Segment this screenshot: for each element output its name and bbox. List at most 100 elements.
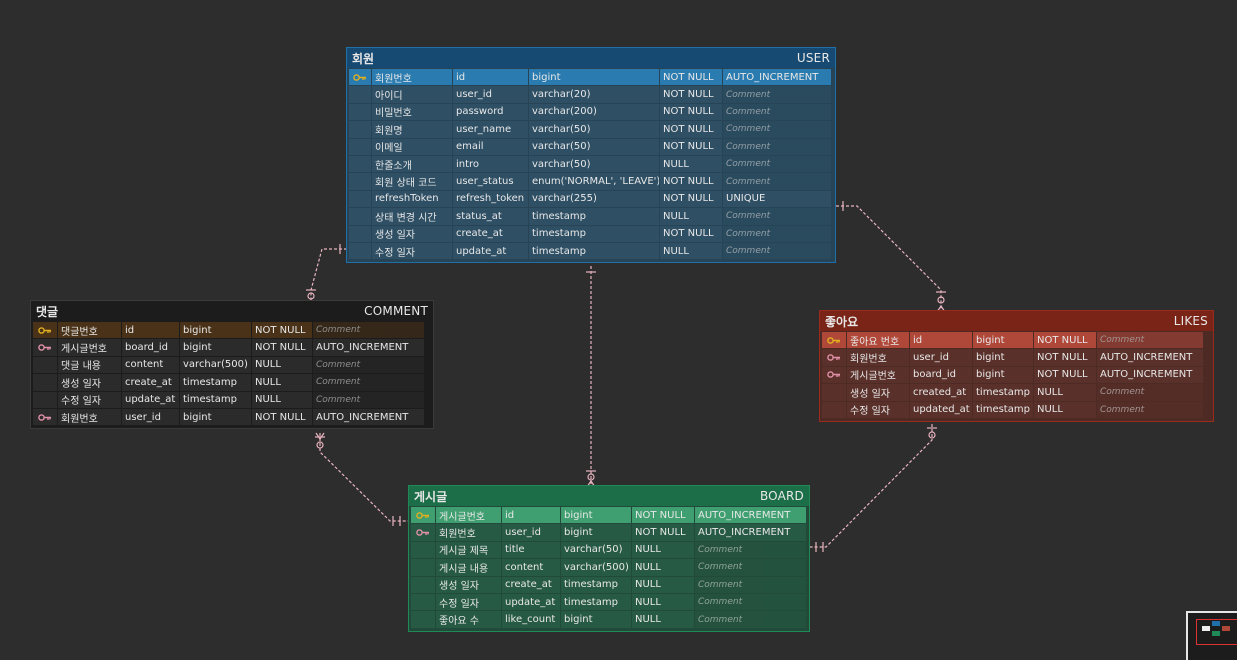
column-physical-name: title <box>502 541 560 559</box>
key-cell <box>349 173 371 190</box>
table-header[interactable]: 댓글 COMMENT <box>31 301 433 321</box>
column-row[interactable]: 상태 변경 시간 status_at timestamp NULL Comment <box>349 208 833 225</box>
table-likes[interactable]: 좋아요 LIKES 좋아요 번호 id bigint NOT NULL Comment 회원번… <box>819 310 1214 422</box>
column-physical-name: update_at <box>453 242 528 260</box>
column-row[interactable]: 수정 일자 update_at timestamp NULL Comment <box>33 391 431 409</box>
table-user[interactable]: 회원 USER 회원번호 id bigint NOT NULL AUTO_INCREMENT… <box>346 47 836 264</box>
table-header[interactable]: 회원 USER <box>347 48 835 68</box>
column-row[interactable]: 게시글 제목 title varchar(50) NULL Comment <box>411 541 807 559</box>
column-nullability: NULL <box>660 242 722 260</box>
column-row[interactable]: 회원번호 user_id bigint NOT NULL AUTO_INCREMENT <box>411 524 807 541</box>
minimap[interactable] <box>1186 611 1237 660</box>
table-columns: 회원번호 id bigint NOT NULL AUTO_INCREMENT 아이디 use… <box>347 68 835 262</box>
column-physical-name: update_at <box>122 391 179 408</box>
minimap-board-table <box>1212 631 1220 636</box>
column-physical-name: id <box>502 507 560 524</box>
connector-comment-board <box>319 433 408 522</box>
column-row[interactable]: 회원번호 user_id bigint NOT NULL AUTO_INCREMENT <box>822 349 1211 366</box>
column-row[interactable]: refreshToken refresh_token varchar(255) NOT… <box>349 190 833 208</box>
key-cell <box>822 384 846 401</box>
column-logical-name: 생성 일자 <box>58 374 121 391</box>
column-data-type: bigint <box>973 366 1033 384</box>
column-comment: Comment <box>313 391 424 408</box>
minimap-likes-table <box>1222 626 1230 631</box>
column-option: UNIQUE <box>723 190 831 208</box>
column-row[interactable]: 수정 일자 updated_at timestamp NULL Comment <box>822 401 1211 419</box>
column-physical-name: user_id <box>122 408 179 426</box>
table-logical-name: 좋아요 <box>825 314 859 329</box>
column-row[interactable]: 비밀번호 password varchar(200) NOT NULL Comment <box>349 103 833 121</box>
table-header[interactable]: 좋아요 LIKES <box>820 311 1213 331</box>
column-row[interactable]: 한줄소개 intro varchar(50) NULL Comment <box>349 155 833 173</box>
key-cell <box>349 103 371 121</box>
column-nullability: NOT NULL <box>1034 332 1096 349</box>
column-row[interactable]: 회원번호 user_id bigint NOT NULL AUTO_INCREMENT <box>33 408 431 426</box>
column-data-type: timestamp <box>529 208 659 225</box>
column-physical-name: id <box>910 332 972 349</box>
column-row[interactable]: 게시글번호 board_id bigint NOT NULL AUTO_INCREMEN… <box>822 366 1211 384</box>
column-physical-name: create_at <box>122 374 179 391</box>
column-nullability: NULL <box>660 208 722 225</box>
column-logical-name: 댓글 내용 <box>58 356 121 374</box>
column-row[interactable]: 수정 일자 update_at timestamp NULL Comment <box>411 593 807 611</box>
column-comment: Comment <box>723 173 831 190</box>
column-row[interactable]: 생성 일자 created_at timestamp NULL Comment <box>822 384 1211 401</box>
column-row[interactable]: 회원명 user_name varchar(50) NOT NULL Comment <box>349 121 833 138</box>
table-header[interactable]: 게시글 BOARD <box>409 486 809 506</box>
table-columns: 게시글번호 id bigint NOT NULL AUTO_INCREMENT 회원번호 u… <box>409 506 809 631</box>
column-nullability: NULL <box>632 611 694 628</box>
column-logical-name: 게시글번호 <box>58 339 121 356</box>
column-logical-name: 수정 일자 <box>58 391 121 408</box>
column-data-type: varchar(50) <box>529 155 659 173</box>
column-row[interactable]: 이메일 email varchar(50) NOT NULL Comment <box>349 138 833 156</box>
column-option: AUTO_INCREMENT <box>723 69 831 86</box>
column-row[interactable]: 게시글번호 id bigint NOT NULL AUTO_INCREMENT <box>411 507 807 524</box>
table-columns: 댓글번호 id bigint NOT NULL Comment 게시글번호 board_id… <box>31 321 433 428</box>
key-cell <box>349 190 371 208</box>
column-data-type: bigint <box>180 408 251 426</box>
column-physical-name: board_id <box>122 339 179 356</box>
column-nullability: NULL <box>252 356 312 374</box>
column-physical-name: user_status <box>453 173 528 190</box>
column-option: AUTO_INCREMENT <box>695 507 806 524</box>
table-board[interactable]: 게시글 BOARD 게시글번호 id bigint NOT NULL AUTO_INCREM… <box>408 485 810 632</box>
column-row[interactable]: 생성 일자 create_at timestamp NULL Comment <box>411 576 807 594</box>
column-row[interactable]: 게시글번호 board_id bigint NOT NULL AUTO_INCREMEN… <box>33 339 431 356</box>
column-row[interactable]: 회원번호 id bigint NOT NULL AUTO_INCREMENT <box>349 69 833 86</box>
column-nullability: NOT NULL <box>660 190 722 208</box>
column-row[interactable]: 좋아요 수 like_count bigint NULL Comment <box>411 611 807 628</box>
column-comment: Comment <box>695 576 806 593</box>
column-data-type: varchar(200) <box>529 103 659 121</box>
column-data-type: bigint <box>561 524 631 541</box>
column-row[interactable]: 아이디 user_id varchar(20) NOT NULL Comment <box>349 86 833 103</box>
column-row[interactable]: 생성 일자 create_at timestamp NOT NULL Comment <box>349 225 833 243</box>
column-logical-name: 비밀번호 <box>372 103 452 121</box>
column-row[interactable]: 댓글 내용 content varchar(500) NULL Comment <box>33 356 431 374</box>
column-row[interactable]: 생성 일자 create_at timestamp NULL Comment <box>33 374 431 391</box>
primary-key-icon <box>827 336 841 345</box>
column-physical-name: password <box>453 103 528 121</box>
column-nullability: NOT NULL <box>660 86 722 103</box>
foreign-key-icon <box>827 370 841 379</box>
column-logical-name: 아이디 <box>372 86 452 103</box>
column-comment: Comment <box>723 86 831 103</box>
table-comment[interactable]: 댓글 COMMENT 댓글번호 id bigint NOT NULL Comment 게시글번… <box>30 300 434 430</box>
table-columns: 좋아요 번호 id bigint NOT NULL Comment 회원번호 user_id… <box>820 331 1213 421</box>
column-physical-name: refresh_token <box>453 190 528 208</box>
key-cell <box>822 401 846 418</box>
column-data-type: bigint <box>973 349 1033 366</box>
column-row[interactable]: 수정 일자 update_at timestamp NULL Comment <box>349 242 833 260</box>
column-row[interactable]: 회원 상태 코드 user_status enum('NORMAL', 'LEAVE… <box>349 173 833 190</box>
column-row[interactable]: 댓글번호 id bigint NOT NULL Comment <box>33 322 431 339</box>
foreign-key-cell <box>411 524 435 541</box>
column-logical-name: 게시글 제목 <box>436 541 501 559</box>
column-row[interactable]: 게시글 내용 content varchar(500) NULL Comment <box>411 559 807 576</box>
column-row[interactable]: 좋아요 번호 id bigint NOT NULL Comment <box>822 332 1211 349</box>
column-data-type: varchar(50) <box>561 541 631 559</box>
foreign-key-cell <box>33 408 57 426</box>
column-physical-name: content <box>502 559 560 576</box>
column-logical-name: 좋아요 번호 <box>847 332 909 349</box>
column-data-type: varchar(20) <box>529 86 659 103</box>
key-cell <box>349 138 371 155</box>
column-physical-name: updated_at <box>910 401 972 418</box>
